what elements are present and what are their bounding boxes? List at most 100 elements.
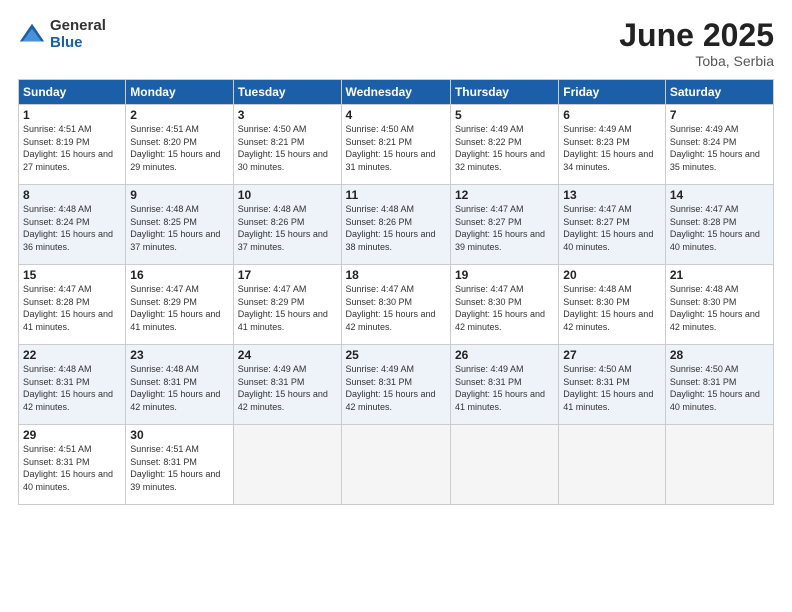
day-info: Sunrise: 4:48 AM Sunset: 8:30 PM Dayligh… <box>563 283 661 333</box>
day-number: 20 <box>563 268 661 282</box>
day-info: Sunrise: 4:49 AM Sunset: 8:23 PM Dayligh… <box>563 123 661 173</box>
day-info: Sunrise: 4:47 AM Sunset: 8:30 PM Dayligh… <box>346 283 446 333</box>
day-info: Sunrise: 4:47 AM Sunset: 8:29 PM Dayligh… <box>238 283 337 333</box>
day-number: 28 <box>670 348 769 362</box>
day-cell-15: 15Sunrise: 4:47 AM Sunset: 8:28 PM Dayli… <box>19 265 126 345</box>
col-header-saturday: Saturday <box>665 80 773 105</box>
day-number: 24 <box>238 348 337 362</box>
col-header-thursday: Thursday <box>450 80 558 105</box>
day-cell-19: 19Sunrise: 4:47 AM Sunset: 8:30 PM Dayli… <box>450 265 558 345</box>
day-cell-4: 4Sunrise: 4:50 AM Sunset: 8:21 PM Daylig… <box>341 105 450 185</box>
day-number: 30 <box>130 428 228 442</box>
day-cell-7: 7Sunrise: 4:49 AM Sunset: 8:24 PM Daylig… <box>665 105 773 185</box>
day-info: Sunrise: 4:50 AM Sunset: 8:21 PM Dayligh… <box>238 123 337 173</box>
empty-cell <box>341 425 450 505</box>
calendar-table: SundayMondayTuesdayWednesdayThursdayFrid… <box>18 79 774 505</box>
week-row-1: 8Sunrise: 4:48 AM Sunset: 8:24 PM Daylig… <box>19 185 774 265</box>
day-info: Sunrise: 4:51 AM Sunset: 8:20 PM Dayligh… <box>130 123 228 173</box>
location: Toba, Serbia <box>619 53 774 69</box>
day-info: Sunrise: 4:51 AM Sunset: 8:19 PM Dayligh… <box>23 123 121 173</box>
header: General Blue June 2025 Toba, Serbia <box>18 18 774 69</box>
day-number: 23 <box>130 348 228 362</box>
day-number: 15 <box>23 268 121 282</box>
day-info: Sunrise: 4:48 AM Sunset: 8:26 PM Dayligh… <box>238 203 337 253</box>
day-number: 9 <box>130 188 228 202</box>
day-info: Sunrise: 4:50 AM Sunset: 8:21 PM Dayligh… <box>346 123 446 173</box>
title-block: June 2025 Toba, Serbia <box>619 18 774 69</box>
day-cell-23: 23Sunrise: 4:48 AM Sunset: 8:31 PM Dayli… <box>126 345 233 425</box>
day-cell-3: 3Sunrise: 4:50 AM Sunset: 8:21 PM Daylig… <box>233 105 341 185</box>
day-cell-11: 11Sunrise: 4:48 AM Sunset: 8:26 PM Dayli… <box>341 185 450 265</box>
header-row: SundayMondayTuesdayWednesdayThursdayFrid… <box>19 80 774 105</box>
day-number: 21 <box>670 268 769 282</box>
empty-cell <box>559 425 666 505</box>
day-info: Sunrise: 4:47 AM Sunset: 8:27 PM Dayligh… <box>455 203 554 253</box>
col-header-sunday: Sunday <box>19 80 126 105</box>
day-cell-20: 20Sunrise: 4:48 AM Sunset: 8:30 PM Dayli… <box>559 265 666 345</box>
day-number: 25 <box>346 348 446 362</box>
logo-blue-text: Blue <box>50 35 106 52</box>
day-info: Sunrise: 4:49 AM Sunset: 8:22 PM Dayligh… <box>455 123 554 173</box>
day-number: 17 <box>238 268 337 282</box>
day-cell-8: 8Sunrise: 4:48 AM Sunset: 8:24 PM Daylig… <box>19 185 126 265</box>
day-info: Sunrise: 4:48 AM Sunset: 8:26 PM Dayligh… <box>346 203 446 253</box>
day-cell-16: 16Sunrise: 4:47 AM Sunset: 8:29 PM Dayli… <box>126 265 233 345</box>
day-number: 10 <box>238 188 337 202</box>
col-header-wednesday: Wednesday <box>341 80 450 105</box>
empty-cell <box>665 425 773 505</box>
day-info: Sunrise: 4:47 AM Sunset: 8:30 PM Dayligh… <box>455 283 554 333</box>
day-cell-5: 5Sunrise: 4:49 AM Sunset: 8:22 PM Daylig… <box>450 105 558 185</box>
empty-cell <box>450 425 558 505</box>
col-header-friday: Friday <box>559 80 666 105</box>
day-info: Sunrise: 4:50 AM Sunset: 8:31 PM Dayligh… <box>670 363 769 413</box>
day-number: 22 <box>23 348 121 362</box>
day-number: 29 <box>23 428 121 442</box>
day-number: 16 <box>130 268 228 282</box>
day-cell-28: 28Sunrise: 4:50 AM Sunset: 8:31 PM Dayli… <box>665 345 773 425</box>
day-number: 1 <box>23 108 121 122</box>
day-number: 12 <box>455 188 554 202</box>
day-info: Sunrise: 4:49 AM Sunset: 8:24 PM Dayligh… <box>670 123 769 173</box>
day-number: 4 <box>346 108 446 122</box>
day-number: 11 <box>346 188 446 202</box>
week-row-0: 1Sunrise: 4:51 AM Sunset: 8:19 PM Daylig… <box>19 105 774 185</box>
day-info: Sunrise: 4:48 AM Sunset: 8:31 PM Dayligh… <box>130 363 228 413</box>
day-cell-12: 12Sunrise: 4:47 AM Sunset: 8:27 PM Dayli… <box>450 185 558 265</box>
col-header-tuesday: Tuesday <box>233 80 341 105</box>
week-row-4: 29Sunrise: 4:51 AM Sunset: 8:31 PM Dayli… <box>19 425 774 505</box>
day-info: Sunrise: 4:49 AM Sunset: 8:31 PM Dayligh… <box>455 363 554 413</box>
day-cell-29: 29Sunrise: 4:51 AM Sunset: 8:31 PM Dayli… <box>19 425 126 505</box>
week-row-2: 15Sunrise: 4:47 AM Sunset: 8:28 PM Dayli… <box>19 265 774 345</box>
day-number: 27 <box>563 348 661 362</box>
day-cell-24: 24Sunrise: 4:49 AM Sunset: 8:31 PM Dayli… <box>233 345 341 425</box>
day-info: Sunrise: 4:47 AM Sunset: 8:27 PM Dayligh… <box>563 203 661 253</box>
day-cell-14: 14Sunrise: 4:47 AM Sunset: 8:28 PM Dayli… <box>665 185 773 265</box>
day-number: 7 <box>670 108 769 122</box>
day-number: 14 <box>670 188 769 202</box>
day-cell-2: 2Sunrise: 4:51 AM Sunset: 8:20 PM Daylig… <box>126 105 233 185</box>
day-cell-13: 13Sunrise: 4:47 AM Sunset: 8:27 PM Dayli… <box>559 185 666 265</box>
day-number: 8 <box>23 188 121 202</box>
day-info: Sunrise: 4:48 AM Sunset: 8:30 PM Dayligh… <box>670 283 769 333</box>
day-cell-17: 17Sunrise: 4:47 AM Sunset: 8:29 PM Dayli… <box>233 265 341 345</box>
day-info: Sunrise: 4:48 AM Sunset: 8:25 PM Dayligh… <box>130 203 228 253</box>
day-number: 19 <box>455 268 554 282</box>
day-info: Sunrise: 4:49 AM Sunset: 8:31 PM Dayligh… <box>238 363 337 413</box>
day-info: Sunrise: 4:47 AM Sunset: 8:29 PM Dayligh… <box>130 283 228 333</box>
day-cell-6: 6Sunrise: 4:49 AM Sunset: 8:23 PM Daylig… <box>559 105 666 185</box>
day-number: 3 <box>238 108 337 122</box>
day-number: 18 <box>346 268 446 282</box>
day-info: Sunrise: 4:49 AM Sunset: 8:31 PM Dayligh… <box>346 363 446 413</box>
day-info: Sunrise: 4:51 AM Sunset: 8:31 PM Dayligh… <box>23 443 121 493</box>
logo: General Blue <box>18 18 106 51</box>
day-info: Sunrise: 4:48 AM Sunset: 8:31 PM Dayligh… <box>23 363 121 413</box>
logo-text: General Blue <box>50 18 106 51</box>
day-cell-22: 22Sunrise: 4:48 AM Sunset: 8:31 PM Dayli… <box>19 345 126 425</box>
day-info: Sunrise: 4:47 AM Sunset: 8:28 PM Dayligh… <box>23 283 121 333</box>
day-cell-9: 9Sunrise: 4:48 AM Sunset: 8:25 PM Daylig… <box>126 185 233 265</box>
page: General Blue June 2025 Toba, Serbia Sund… <box>0 0 792 612</box>
day-cell-18: 18Sunrise: 4:47 AM Sunset: 8:30 PM Dayli… <box>341 265 450 345</box>
day-cell-25: 25Sunrise: 4:49 AM Sunset: 8:31 PM Dayli… <box>341 345 450 425</box>
week-row-3: 22Sunrise: 4:48 AM Sunset: 8:31 PM Dayli… <box>19 345 774 425</box>
day-info: Sunrise: 4:47 AM Sunset: 8:28 PM Dayligh… <box>670 203 769 253</box>
